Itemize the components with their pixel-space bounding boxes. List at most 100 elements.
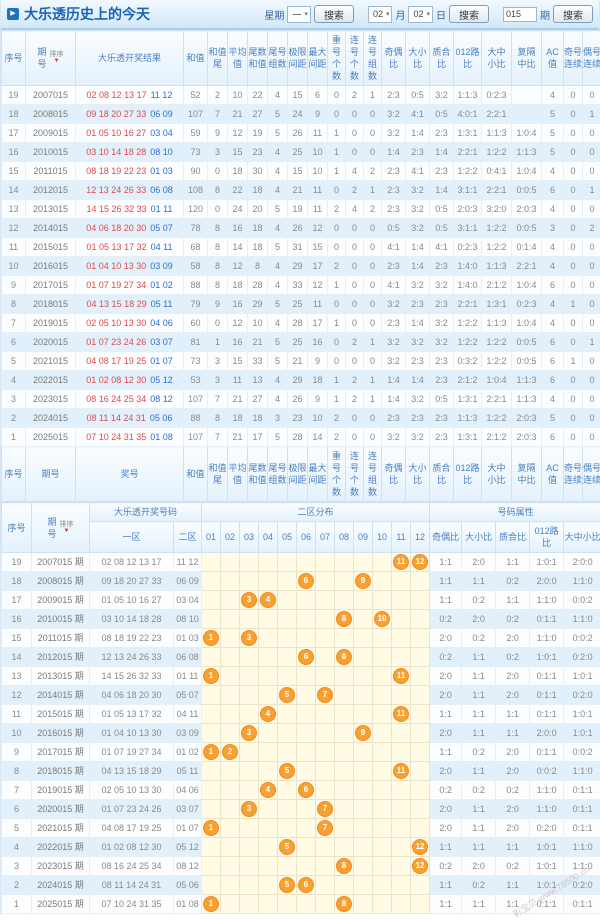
ball-cell (297, 724, 316, 743)
stat-cell: 19 (248, 124, 268, 143)
issue-input[interactable] (503, 7, 537, 22)
stats-table-header: 序号期号排序▼大乐透开奖结果和值和值尾平均值尾数和值尾号组数极限间距最大间距重号… (2, 31, 600, 86)
header-line2: 值 (228, 58, 247, 70)
seq-cell: 12 (2, 686, 32, 705)
column-header: 和值尾 (208, 31, 228, 86)
lottery-ball: 9 (355, 725, 371, 741)
stat-cell: 2 (328, 409, 346, 428)
ball-cell (240, 876, 259, 895)
stat-cell: 4 (346, 200, 364, 219)
column-header: 大小比 (406, 447, 430, 502)
ball-cell (278, 800, 297, 819)
seq-cell: 13 (2, 200, 26, 219)
ball-cell: 8 (335, 857, 354, 876)
lottery-ball: 8 (336, 896, 352, 912)
header-line1: 012路 (454, 462, 481, 474)
back-zone-numbers: 04 06 (150, 318, 173, 328)
ball-cell (373, 667, 392, 686)
search-week-button[interactable]: 搜索 (314, 5, 354, 23)
stat-cell (512, 105, 542, 124)
ball-cell: 8 (335, 648, 354, 667)
stat-cell: 8 (208, 238, 228, 257)
attr-cell: 1:1 (462, 819, 496, 838)
ball-cell (202, 686, 221, 705)
back-zone-numbers: 08 10 (150, 147, 173, 157)
header-line2: 间距 (308, 58, 327, 70)
ball-cell (297, 762, 316, 781)
weekday-select[interactable]: 一 ▾ (287, 6, 311, 23)
stat-cell: 0 (564, 105, 583, 124)
stat-cell: 1:4 (430, 143, 454, 162)
stat-cell: 5 (268, 333, 288, 352)
stat-cell: 5 (268, 238, 288, 257)
ball-cell (354, 629, 373, 648)
ball-cell (411, 686, 430, 705)
stat-cell: 2:2:1 (454, 295, 482, 314)
zone2-numbers-cell: 06 09 (174, 572, 202, 591)
search-date-button[interactable]: 搜索 (449, 5, 489, 23)
stat-cell: 0 (564, 124, 583, 143)
stat-cell: 26 (288, 219, 308, 238)
column-header: 最大间距 (308, 447, 328, 502)
attr-cell: 1:1 (496, 876, 530, 895)
stat-cell: 3 (208, 143, 228, 162)
attr-cell: 1:1 (430, 572, 462, 591)
lottery-ball: 7 (317, 687, 333, 703)
ball-cell: 5 (278, 762, 297, 781)
stat-cell: 2 (364, 200, 382, 219)
ball-cell (373, 686, 392, 705)
header-line2: 和值 (248, 474, 267, 486)
stat-cell: 1:2:2 (482, 143, 512, 162)
ball-cell (316, 895, 335, 914)
stat-cell: 2:3 (430, 162, 454, 181)
ball-cell: 5 (278, 838, 297, 857)
lottery-ball: 4 (260, 706, 276, 722)
stat-cell: 5 (542, 124, 564, 143)
stat-cell: 1 (564, 352, 583, 371)
seq-cell: 18 (2, 572, 32, 591)
ball-cell (373, 876, 392, 895)
ball-cell (202, 838, 221, 857)
lottery-ball: 6 (298, 649, 314, 665)
stat-cell: 2:3 (406, 352, 430, 371)
period-cell: 2012015 期 (32, 648, 90, 667)
ball-cell (354, 838, 373, 857)
lottery-ball: 3 (241, 801, 257, 817)
ball-cell (354, 781, 373, 800)
seq-cell: 8 (2, 295, 26, 314)
attr-cell: 1:1 (462, 724, 496, 743)
ball-cell (297, 667, 316, 686)
period-cell: 2025015 (26, 428, 76, 447)
result-cell: 07 10 24 31 3501 08 (76, 428, 184, 447)
col-period-sortable[interactable]: 期 号 排序 ▼ (32, 503, 90, 553)
col-ball-11: 11 (392, 522, 411, 553)
day-select[interactable]: 02 ▾ (408, 6, 433, 23)
lottery-ball: 7 (317, 820, 333, 836)
stat-cell: 0 (364, 295, 382, 314)
attr-cell: 2:0 (496, 686, 530, 705)
back-zone-numbers: 11 12 (151, 90, 173, 100)
header-line1: 大中 (482, 46, 511, 58)
stat-cell: 4 (542, 86, 564, 105)
header-line1: 和值 (208, 46, 227, 58)
column-header: 奇号连续 (564, 31, 583, 86)
front-zone-numbers: 02 05 10 13 30 (86, 318, 146, 328)
stat-cell: 12 (308, 219, 328, 238)
result-cell: 02 08 12 13 1711 12 (76, 86, 184, 105)
search-issue-button[interactable]: 搜索 (553, 5, 593, 23)
column-header-period[interactable]: 期号排序▼ (26, 31, 76, 86)
stat-cell: 2:3 (430, 409, 454, 428)
stat-cell: 18 (228, 409, 248, 428)
stat-cell: 0 (564, 409, 583, 428)
stat-cell: 2:2:1 (482, 105, 512, 124)
stat-cell: 4 (268, 390, 288, 409)
period-cell: 2022015 (26, 371, 76, 390)
stat-cell: 25 (288, 333, 308, 352)
stat-cell: 0 (346, 352, 364, 371)
stat-cell: 12 (308, 276, 328, 295)
col-ball-05: 05 (278, 522, 297, 553)
period-cell: 2025015 期 (32, 895, 90, 914)
month-select[interactable]: 02 ▾ (368, 6, 393, 23)
ball-cell (373, 572, 392, 591)
ball-cell (354, 553, 373, 572)
